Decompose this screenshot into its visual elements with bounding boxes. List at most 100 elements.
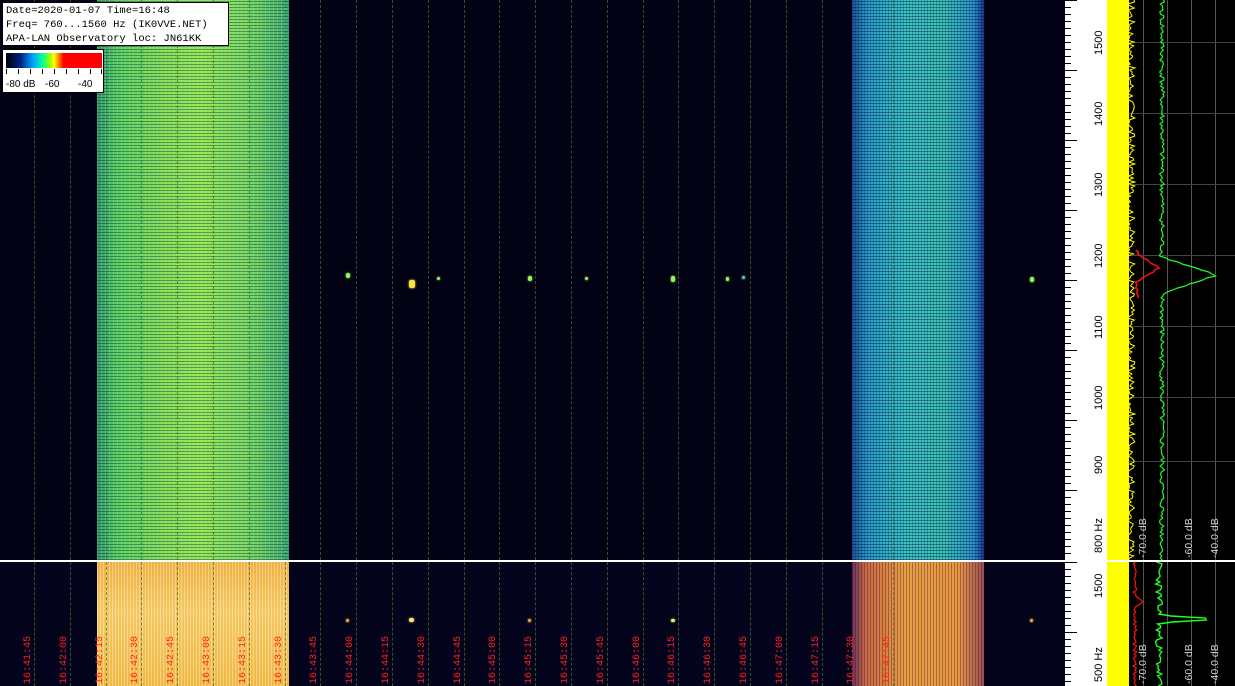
signal-band-right-detail bbox=[852, 562, 984, 686]
time-gridline bbox=[141, 0, 142, 560]
freq-tick bbox=[1065, 518, 1071, 519]
time-label: 16:42:00 bbox=[59, 635, 70, 684]
time-label: 16:47:45 bbox=[882, 635, 893, 684]
freq-tick bbox=[1065, 112, 1071, 113]
time-label: 16:43:30 bbox=[274, 635, 285, 684]
time-label: 16:46:45 bbox=[739, 635, 750, 684]
carrier-blip bbox=[671, 276, 675, 282]
time-gridline bbox=[106, 0, 107, 560]
freq-tick bbox=[1065, 399, 1071, 400]
carrier-blip bbox=[528, 619, 531, 622]
time-gridline bbox=[428, 562, 429, 686]
freq-tick bbox=[1065, 189, 1071, 190]
freq-tick bbox=[1065, 224, 1071, 225]
time-gridline bbox=[714, 562, 715, 686]
time-gridline bbox=[320, 0, 321, 560]
freq-tick bbox=[1065, 590, 1071, 591]
freq-tick bbox=[1065, 196, 1071, 197]
time-gridline bbox=[392, 562, 393, 686]
freq-tick bbox=[1065, 280, 1077, 281]
legend-label-max: -40 bbox=[78, 79, 93, 90]
freq-tick bbox=[1065, 21, 1071, 22]
spectrum-fill bbox=[1107, 562, 1129, 686]
freq-tick bbox=[1065, 56, 1071, 57]
freq-tick bbox=[1065, 476, 1071, 477]
freq-tick bbox=[1065, 350, 1077, 351]
time-gridline bbox=[678, 562, 679, 686]
time-label: 16:44:00 bbox=[345, 635, 356, 684]
signal-band-left bbox=[97, 0, 289, 560]
waterfall-bottom: 16:41:45 16:42:00 16:42:15 16:42:30 16:42:45… bbox=[0, 562, 1065, 686]
freq-tick bbox=[1065, 119, 1071, 120]
time-gridline bbox=[285, 0, 286, 560]
spectrum-panel: -70.0 dB -60.0 dB -40.0 dB bbox=[1107, 0, 1235, 560]
freq-tick bbox=[1065, 63, 1071, 64]
info-box: Date=2020-01-07 Time=16:48 Freq= 760...1… bbox=[2, 2, 229, 46]
freq-tick bbox=[1065, 448, 1071, 449]
time-label: 16:42:30 bbox=[130, 635, 141, 684]
db-label-40-detail: -40.0 dB bbox=[1209, 644, 1221, 684]
freq-tick bbox=[1065, 385, 1071, 386]
time-label: 16:44:15 bbox=[381, 635, 392, 684]
freq-tick bbox=[1065, 84, 1071, 85]
color-scale-legend: -80 dB -60 -40 bbox=[2, 49, 104, 93]
time-gridline bbox=[285, 562, 286, 686]
time-label: 16:42:15 bbox=[95, 635, 106, 684]
freq-label-1500-detail: 1500 bbox=[1093, 573, 1105, 598]
freq-tick bbox=[1065, 546, 1071, 547]
freq-tick bbox=[1065, 182, 1071, 183]
time-gridline bbox=[714, 0, 715, 560]
freq-tick bbox=[1065, 336, 1071, 337]
time-gridline bbox=[786, 0, 787, 560]
freq-tick bbox=[1065, 392, 1071, 393]
freq-tick bbox=[1065, 660, 1071, 661]
freq-tick bbox=[1065, 294, 1071, 295]
time-gridline bbox=[750, 562, 751, 686]
db-label-60-detail: -60.0 dB bbox=[1183, 644, 1195, 684]
carrier-blip bbox=[1030, 619, 1033, 622]
freq-tick bbox=[1065, 49, 1071, 50]
carrier-blip bbox=[1030, 277, 1034, 282]
carrier-blip bbox=[726, 277, 729, 281]
freq-tick bbox=[1065, 490, 1077, 491]
carrier-blip bbox=[409, 618, 414, 622]
time-gridline bbox=[535, 562, 536, 686]
time-label: 16:46:00 bbox=[632, 635, 643, 684]
freq-tick bbox=[1065, 371, 1071, 372]
time-gridline bbox=[177, 0, 178, 560]
freq-tick bbox=[1065, 364, 1071, 365]
freq-tick bbox=[1065, 308, 1071, 309]
carrier-blip bbox=[585, 277, 588, 280]
time-gridline bbox=[392, 0, 393, 560]
freq-tick bbox=[1065, 273, 1071, 274]
freq-tick bbox=[1065, 231, 1071, 232]
freq-tick bbox=[1065, 427, 1071, 428]
time-gridline bbox=[607, 562, 608, 686]
freq-tick bbox=[1065, 301, 1071, 302]
freq-tick bbox=[1065, 175, 1071, 176]
freq-tick bbox=[1065, 497, 1071, 498]
carrier-blip bbox=[671, 619, 675, 622]
time-gridline bbox=[786, 562, 787, 686]
time-gridline bbox=[70, 562, 71, 686]
freq-tick bbox=[1065, 632, 1077, 633]
time-label: 16:47:15 bbox=[811, 635, 822, 684]
time-label: 16:46:15 bbox=[667, 635, 678, 684]
freq-tick bbox=[1065, 0, 1077, 1]
freq-tick bbox=[1065, 469, 1071, 470]
freq-tick bbox=[1065, 98, 1071, 99]
freq-tick bbox=[1065, 576, 1071, 577]
time-label: 16:41:45 bbox=[23, 635, 34, 684]
freq-label-900: 900 bbox=[1093, 455, 1105, 474]
freq-tick bbox=[1065, 266, 1071, 267]
time-label: 16:43:00 bbox=[202, 635, 213, 684]
freq-tick bbox=[1065, 168, 1071, 169]
freq-tick bbox=[1065, 238, 1071, 239]
time-gridline bbox=[893, 562, 894, 686]
freq-tick bbox=[1065, 597, 1071, 598]
info-observatory: APA-LAN Observatory loc: JN61KK bbox=[6, 33, 202, 45]
freq-tick bbox=[1065, 455, 1071, 456]
db-label-70-detail: -70.0 dB bbox=[1137, 644, 1149, 684]
frequency-axis-detail: 1500 500 Hz bbox=[1065, 562, 1107, 686]
carrier-blip bbox=[528, 276, 532, 281]
